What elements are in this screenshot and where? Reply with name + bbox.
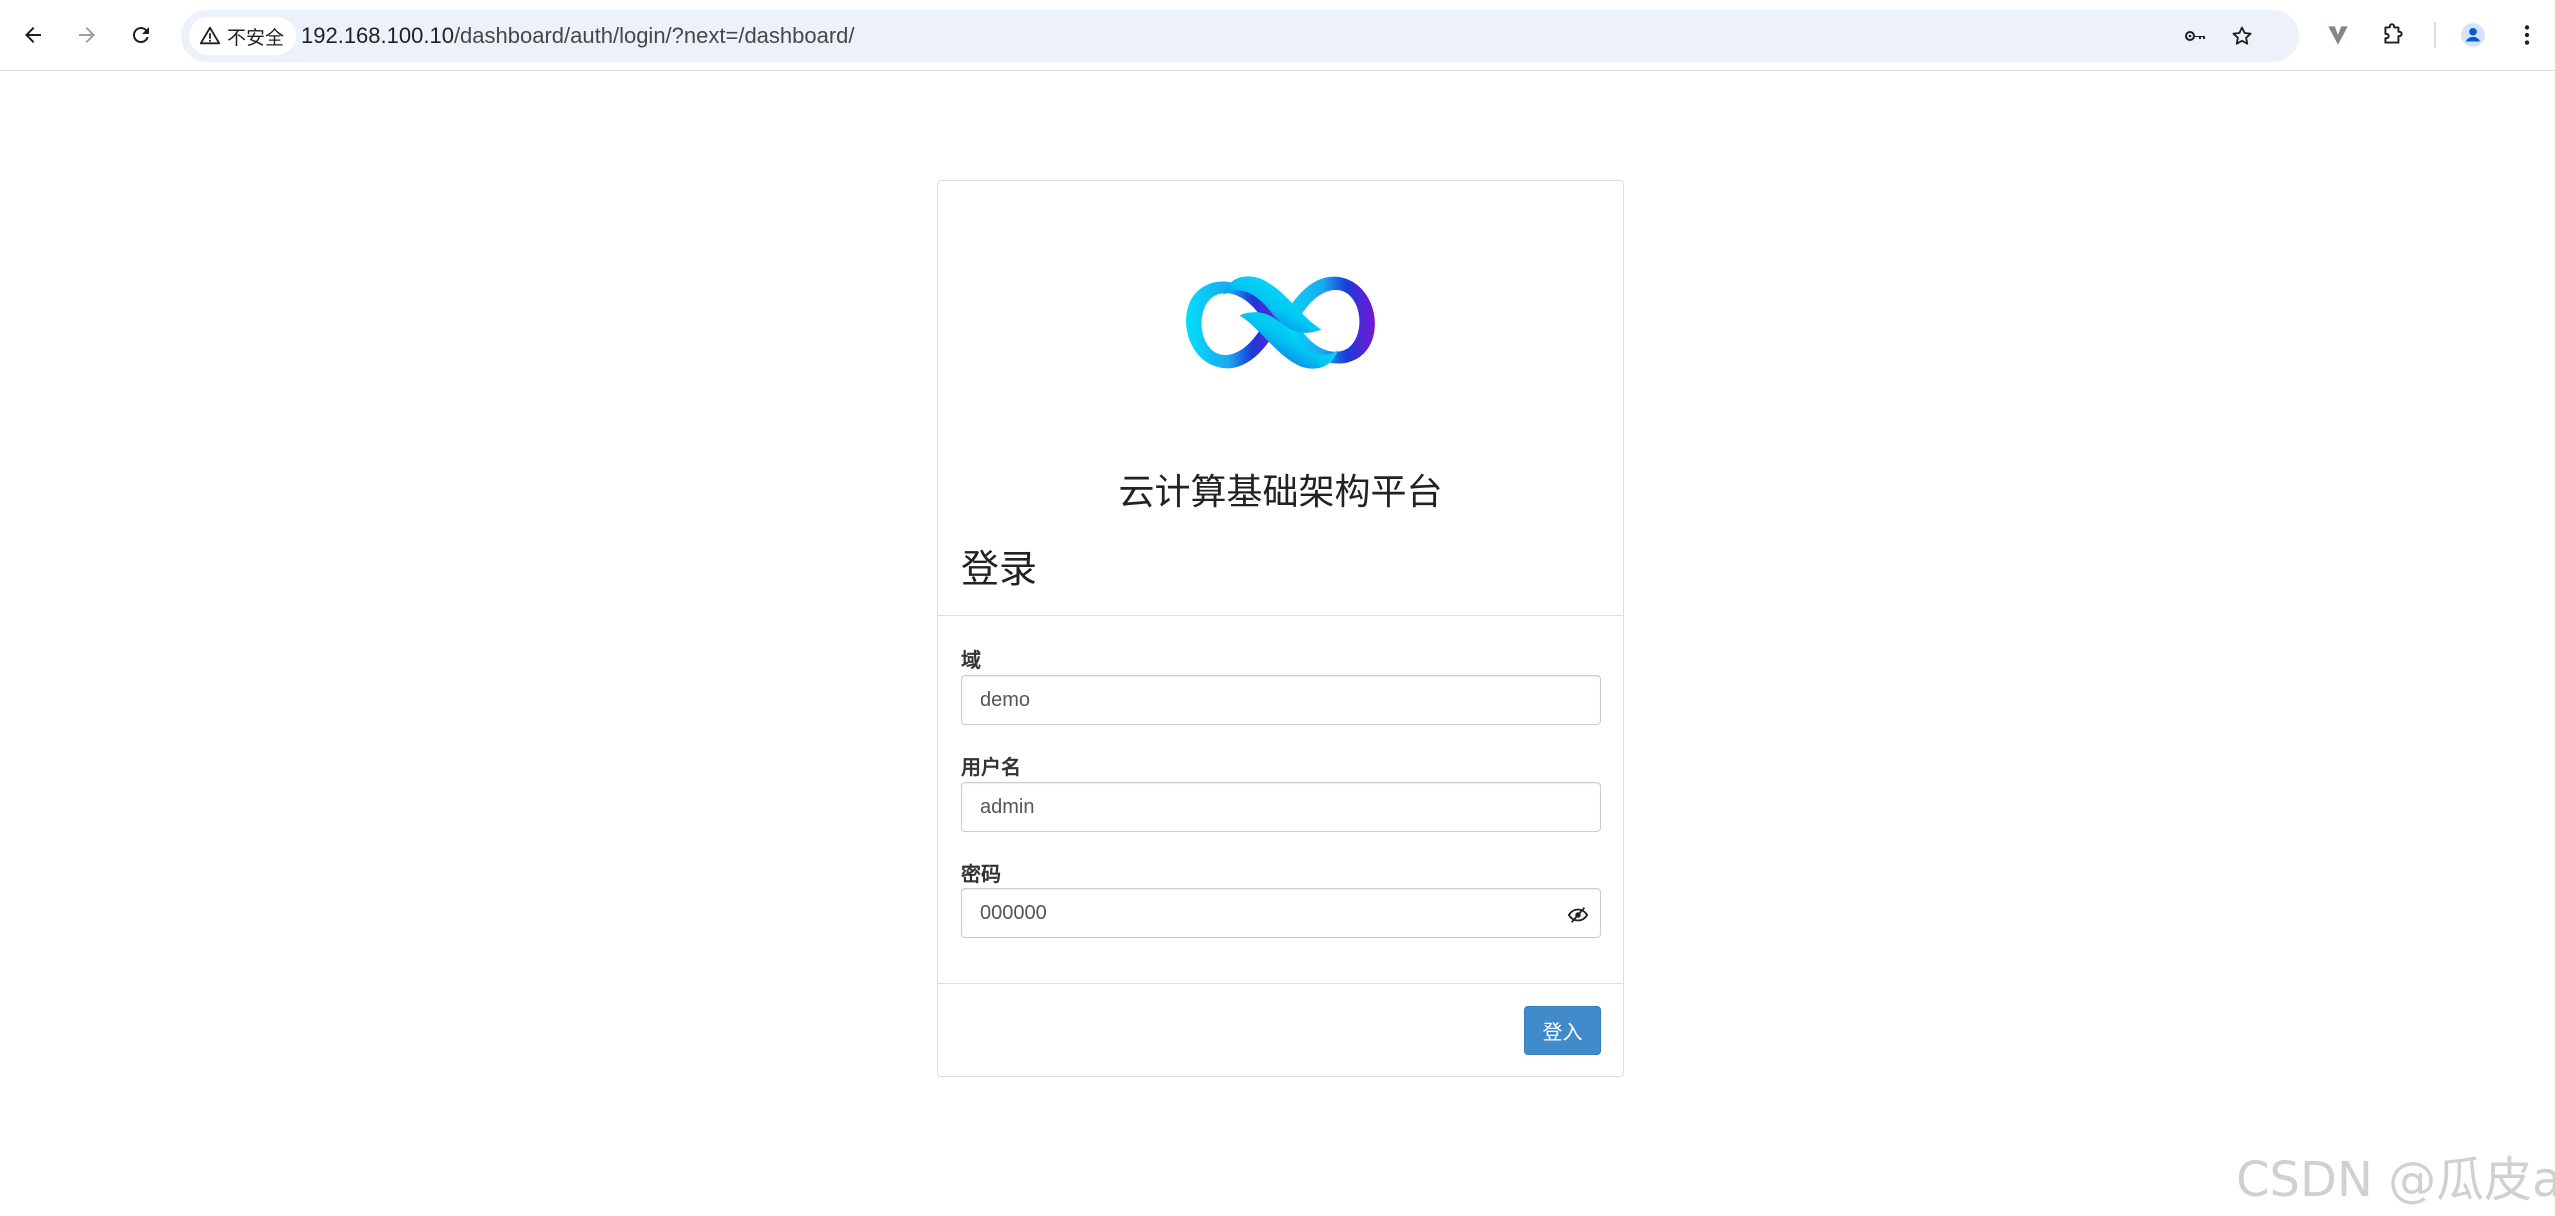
star-icon <box>2232 26 2252 45</box>
address-bar[interactable]: 不安全 192.168.100.10/dashboard/auth/login/… <box>181 10 2299 62</box>
infinity-logo-icon <box>1186 276 1375 369</box>
toolbar-divider <box>2434 22 2436 48</box>
bookmark-star-button[interactable] <box>2225 19 2259 53</box>
domain-input[interactable] <box>961 675 1601 725</box>
username-label: 用户名 <box>961 757 1021 779</box>
login-panel: 云计算基础架构平台 登录 域 用户名 密码 登入 <box>937 180 1624 1077</box>
login-panel-heading: 云计算基础架构平台 登录 <box>938 181 1623 616</box>
v-extension-icon <box>2328 26 2348 45</box>
back-button[interactable] <box>14 16 52 54</box>
login-submit-button[interactable]: 登入 <box>1524 1006 1601 1055</box>
security-label: 不安全 <box>227 27 285 49</box>
puzzle-icon <box>2384 23 2403 44</box>
browser-toolbar: 不安全 192.168.100.10/dashboard/auth/login/… <box>0 0 2555 71</box>
url-text[interactable]: 192.168.100.10/dashboard/auth/login/?nex… <box>301 10 855 62</box>
forward-arrow-icon <box>79 27 95 43</box>
reload-button[interactable] <box>122 16 160 54</box>
reload-icon <box>132 27 149 44</box>
url-path: /dashboard/auth/login/?next=/dashboard/ <box>453 23 855 48</box>
login-panel-footer: 登入 <box>938 983 1623 1076</box>
profile-icon <box>2461 23 2485 47</box>
kebab-menu-icon <box>2524 25 2530 45</box>
password-label: 密码 <box>961 864 1001 886</box>
url-host: 192.168.100.10 <box>301 23 454 48</box>
login-form: 域 用户名 密码 <box>938 617 1623 962</box>
password-manager-button[interactable] <box>2178 19 2212 53</box>
username-input[interactable] <box>961 782 1601 832</box>
warning-triangle-icon <box>199 26 221 45</box>
password-input[interactable] <box>961 888 1601 938</box>
forward-button[interactable] <box>68 16 106 54</box>
back-arrow-icon <box>25 27 41 43</box>
csdn-watermark: CSDN @瓜皮a <box>2236 1152 2555 1208</box>
site-title: 云计算基础架构平台 <box>1118 471 1443 512</box>
security-indicator[interactable]: 不安全 <box>189 17 297 55</box>
key-icon <box>2185 31 2205 41</box>
domain-label: 域 <box>961 650 981 672</box>
extensions-button[interactable] <box>2374 16 2412 54</box>
profile-button[interactable] <box>2454 16 2492 54</box>
login-heading: 登录 <box>961 549 1038 591</box>
toggle-password-visibility-button[interactable] <box>1561 898 1595 932</box>
v-extension-button[interactable] <box>2319 16 2357 54</box>
eye-slash-icon <box>1567 907 1589 923</box>
browser-menu-button[interactable] <box>2508 16 2546 54</box>
